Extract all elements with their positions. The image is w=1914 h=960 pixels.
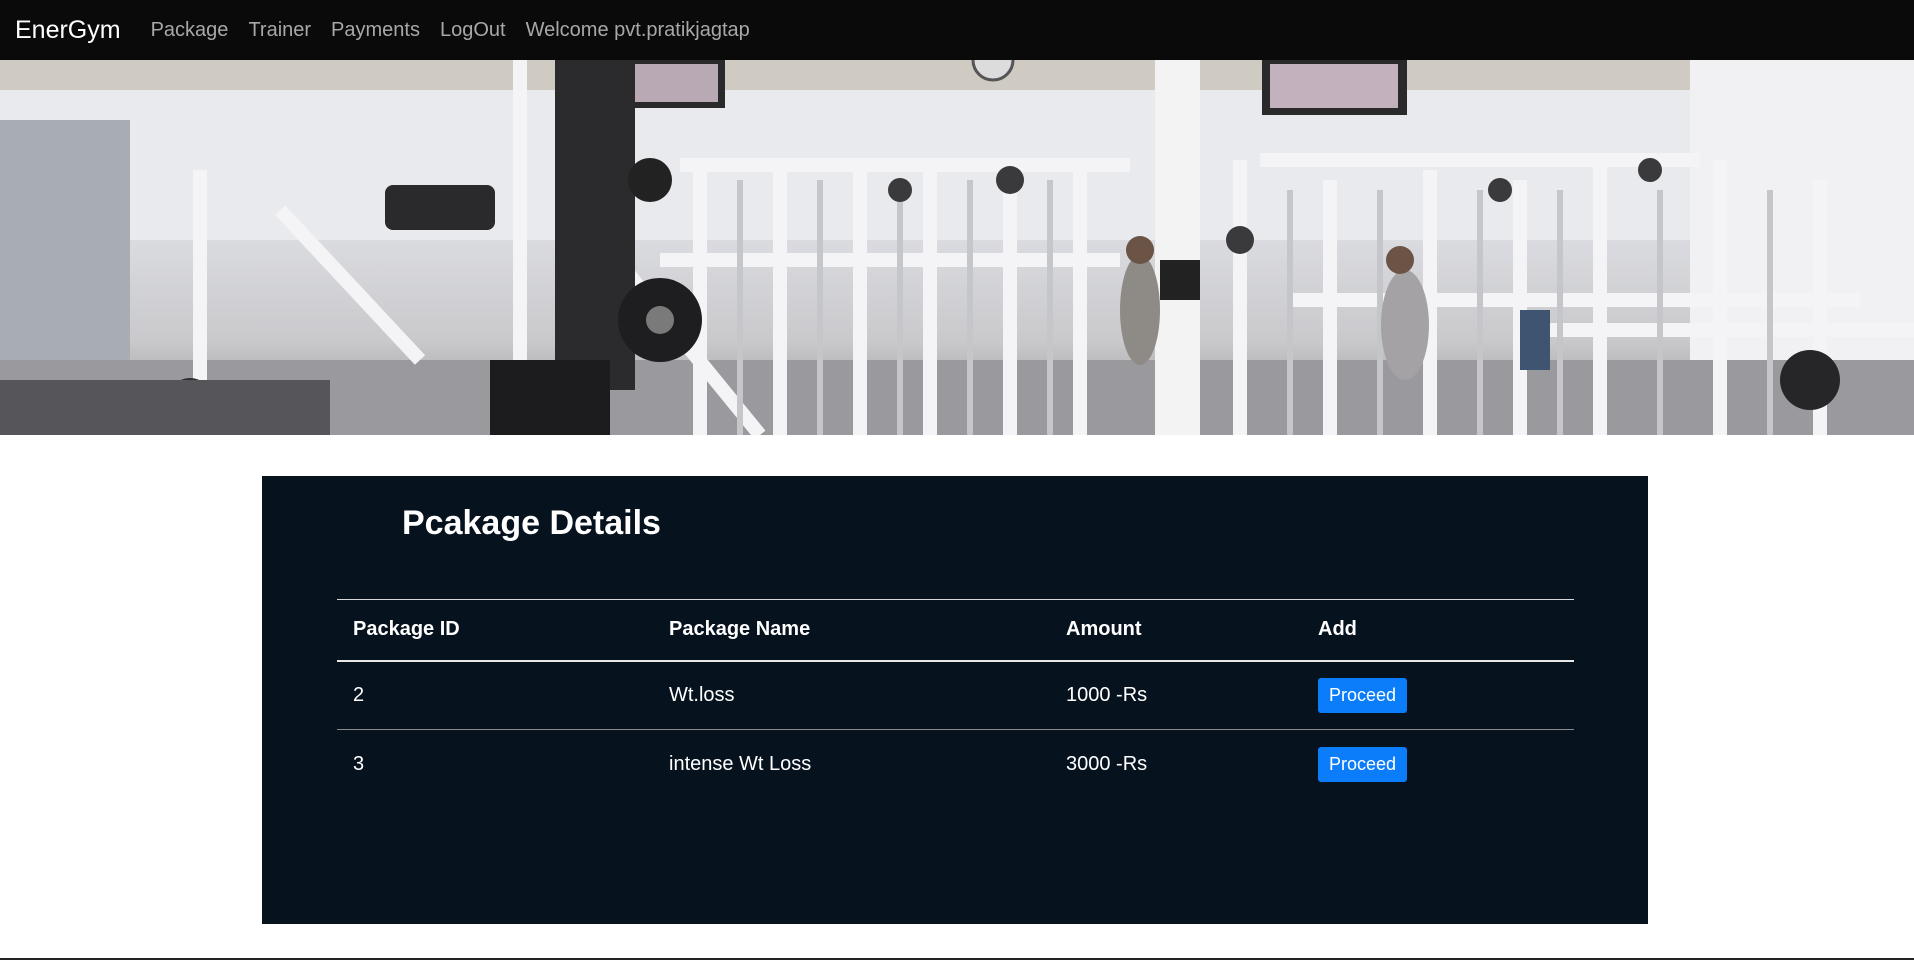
- nav-link-package[interactable]: Package: [151, 19, 229, 42]
- welcome-user-text: Welcome pvt.pratikjagtap: [525, 18, 750, 41]
- column-header-amount: Amount: [1050, 599, 1302, 662]
- package-table: Package ID Package Name Amount Add 2 Wt.…: [337, 599, 1574, 799]
- proceed-button[interactable]: Proceed: [1318, 746, 1408, 782]
- cell-add: Proceed: [1302, 660, 1574, 730]
- column-header-add: Add: [1302, 599, 1574, 662]
- column-header-package-id: Package ID: [337, 599, 653, 662]
- cell-amount: 3000 -Rs: [1066, 752, 1148, 775]
- cell-package-name: Wt.loss: [653, 660, 1050, 730]
- nav-link-logout[interactable]: LogOut: [440, 19, 506, 42]
- hero-gym-image: [0, 60, 1914, 435]
- cell-package-id: 3: [353, 752, 365, 775]
- page-title: Pcakage Details: [402, 504, 661, 542]
- top-navbar: EnerGym Package Trainer Payments LogOut …: [0, 0, 1914, 60]
- cell-package-name: intense Wt Loss: [669, 752, 812, 775]
- nav-link-payments[interactable]: Payments: [331, 19, 420, 42]
- table-row: 2 Wt.loss 1000 -Rs Proceed: [337, 660, 1574, 730]
- table-row: 3 intense Wt Loss 3000 -Rs Proceed: [337, 730, 1574, 799]
- proceed-button[interactable]: Proceed: [1318, 677, 1408, 713]
- cell-package-id: 2: [337, 660, 653, 730]
- nav-link-trainer[interactable]: Trainer: [248, 19, 311, 42]
- brand-logo-link[interactable]: EnerGym: [15, 16, 121, 45]
- column-header-package-name: Package Name: [653, 599, 1050, 662]
- cell-amount: 1000 -Rs: [1050, 660, 1302, 730]
- table-header-row: Package ID Package Name Amount Add: [337, 599, 1574, 662]
- package-details-panel: Pcakage Details Package ID Package Name …: [262, 476, 1648, 924]
- cell-add: Proceed: [1302, 730, 1574, 799]
- gym-equipment-illustration: [0, 60, 1914, 435]
